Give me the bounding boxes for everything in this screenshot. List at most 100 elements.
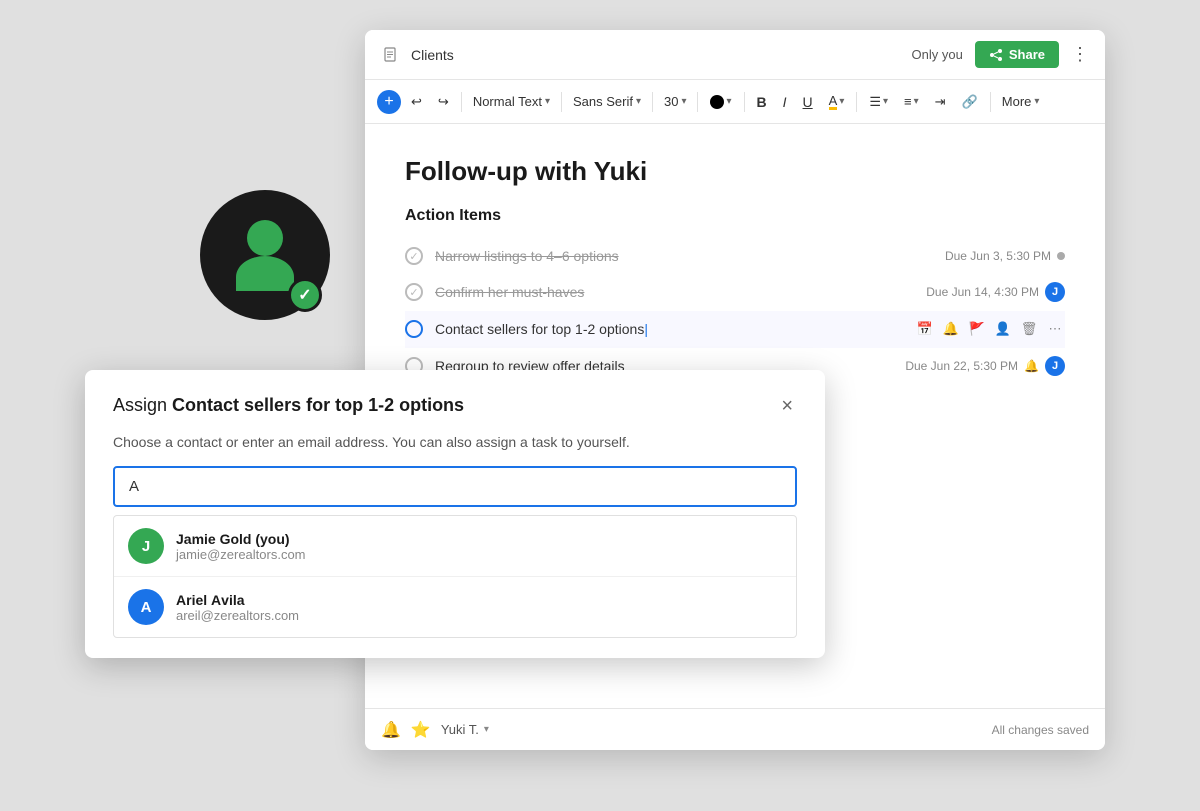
delete-icon[interactable]: 🗑 xyxy=(1019,319,1039,339)
numbered-list-button[interactable]: ≡ ▾ xyxy=(898,90,925,113)
modal-subtitle: Choose a contact or enter an email addre… xyxy=(113,434,797,450)
share-button[interactable]: Share xyxy=(975,41,1059,68)
task-actions: 📅 🔔 🚩 👤 🗑 ⋯ xyxy=(915,319,1065,339)
bell-blue-icon: 🔔 xyxy=(1024,359,1039,373)
chevron-down-icon-footer: ▾ xyxy=(484,724,489,735)
toolbar-divider-7 xyxy=(990,92,991,112)
contact-avatar-ariel: A xyxy=(128,589,164,625)
more-options-button[interactable]: ⋮ xyxy=(1071,44,1089,65)
chevron-down-icon-5: ▾ xyxy=(839,96,844,107)
font-select[interactable]: Sans Serif ▾ xyxy=(568,91,646,112)
avatar-head xyxy=(247,220,283,256)
task-item[interactable]: ✓ Narrow listings to 4–6 options Due Jun… xyxy=(405,239,1065,274)
chevron-down-icon-8: ▾ xyxy=(1034,96,1039,107)
bell-icon[interactable]: 🔔 xyxy=(941,319,961,339)
user-avatar-graphic xyxy=(236,220,294,291)
chevron-down-icon-6: ▾ xyxy=(883,96,888,107)
contact-info-ariel: Ariel Avila areil@zerealtors.com xyxy=(176,592,782,623)
task-item-active[interactable]: Contact sellers for top 1-2 options| 📅 🔔… xyxy=(405,311,1065,348)
chevron-down-icon-2: ▾ xyxy=(636,96,641,107)
titlebar-right: Only you Share ⋮ xyxy=(912,41,1089,68)
modal-header: Assign Contact sellers for top 1-2 optio… xyxy=(113,394,797,418)
contact-name: Jamie Gold (you) xyxy=(176,531,782,547)
task-assignee-avatar: J xyxy=(1045,356,1065,376)
person-icon[interactable]: 👤 xyxy=(993,319,1013,339)
flag-icon[interactable]: 🚩 xyxy=(967,319,987,339)
bell-footer-icon[interactable]: 🔔 xyxy=(381,720,401,740)
contact-email: jamie@zerealtors.com xyxy=(176,547,782,562)
calendar-icon[interactable]: 📅 xyxy=(915,319,935,339)
more-select[interactable]: More ▾ xyxy=(997,91,1045,112)
chevron-down-icon-7: ▾ xyxy=(914,96,919,107)
avatar-verified-badge: ✓ xyxy=(288,278,322,312)
chevron-down-icon-3: ▾ xyxy=(681,96,686,107)
doc-title: Clients xyxy=(411,47,454,63)
contact-item-jamie[interactable]: J Jamie Gold (you) jamie@zerealtors.com xyxy=(114,516,796,577)
task-checkbox-done[interactable]: ✓ xyxy=(405,247,423,265)
titlebar-left: Clients xyxy=(381,45,912,65)
task-text: Narrow listings to 4–6 options xyxy=(435,248,933,264)
task-due: Due Jun 3, 5:30 PM xyxy=(945,249,1051,263)
contact-email-ariel: areil@zerealtors.com xyxy=(176,608,782,623)
modal-title: Assign Contact sellers for top 1-2 optio… xyxy=(113,394,464,417)
avatar-body xyxy=(236,256,294,291)
contact-avatar-jamie: J xyxy=(128,528,164,564)
task-meta: Due Jun 22, 5:30 PM 🔔 J xyxy=(905,356,1065,376)
chevron-down-icon-4: ▾ xyxy=(726,96,731,107)
visibility-label: Only you xyxy=(912,47,963,62)
task-item[interactable]: ✓ Confirm her must-haves Due Jun 14, 4:3… xyxy=(405,274,1065,311)
toolbar-divider-3 xyxy=(652,92,653,112)
indent-button[interactable]: ⇥ xyxy=(929,90,952,114)
task-due: Due Jun 22, 5:30 PM xyxy=(905,359,1018,373)
contact-info-jamie: Jamie Gold (you) jamie@zerealtors.com xyxy=(176,531,782,562)
italic-button[interactable]: I xyxy=(777,90,793,114)
color-dot xyxy=(710,95,724,109)
task-checkbox-active[interactable] xyxy=(405,320,423,338)
task-meta: Due Jun 14, 4:30 PM J xyxy=(926,282,1065,302)
task-meta: Due Jun 3, 5:30 PM xyxy=(945,249,1065,263)
assign-modal: Assign Contact sellers for top 1-2 optio… xyxy=(85,370,825,658)
add-button[interactable]: + xyxy=(377,90,401,114)
contact-name-ariel: Ariel Avila xyxy=(176,592,782,608)
link-button[interactable]: 🔗 xyxy=(956,90,984,114)
editor-footer: 🔔 ⭐ Yuki T. ▾ All changes saved xyxy=(365,708,1105,750)
editor-toolbar: + ↩ ↪ Normal Text ▾ Sans Serif ▾ 30 ▾ ▾ … xyxy=(365,80,1105,124)
task-text-active: Contact sellers for top 1-2 options| xyxy=(435,321,905,337)
toolbar-divider-4 xyxy=(697,92,698,112)
font-size-select[interactable]: 30 ▾ xyxy=(659,91,692,112)
contact-search-input[interactable] xyxy=(113,466,797,507)
footer-status: All changes saved xyxy=(992,723,1089,737)
section-heading: Action Items xyxy=(405,207,1065,225)
task-indicator xyxy=(1057,252,1065,260)
task-assignee-avatar: J xyxy=(1045,282,1065,302)
task-due: Due Jun 14, 4:30 PM xyxy=(926,285,1039,299)
contact-list: J Jamie Gold (you) jamie@zerealtors.com … xyxy=(113,515,797,638)
user-avatar-circle: ✓ xyxy=(200,190,330,320)
toolbar-divider-2 xyxy=(561,92,562,112)
color-button[interactable]: ▾ xyxy=(704,91,737,113)
chevron-down-icon: ▾ xyxy=(545,96,550,107)
modal-close-button[interactable]: × xyxy=(777,394,797,418)
text-style-select[interactable]: Normal Text ▾ xyxy=(468,91,555,112)
toolbar-divider-1 xyxy=(461,92,462,112)
redo-button[interactable]: ↪ xyxy=(432,90,455,114)
toolbar-divider-6 xyxy=(856,92,857,112)
task-list: ✓ Narrow listings to 4–6 options Due Jun… xyxy=(405,239,1065,385)
footer-left: 🔔 ⭐ Yuki T. ▾ xyxy=(381,720,489,740)
star-footer-icon[interactable]: ⭐ xyxy=(411,720,431,740)
footer-user-selector[interactable]: Yuki T. ▾ xyxy=(441,722,489,737)
undo-button[interactable]: ↩ xyxy=(405,90,428,114)
document-heading: Follow-up with Yuki xyxy=(405,156,1065,187)
footer-username: Yuki T. xyxy=(441,722,479,737)
contact-item-ariel[interactable]: A Ariel Avila areil@zerealtors.com xyxy=(114,577,796,637)
doc-icon xyxy=(381,45,401,65)
bullet-list-button[interactable]: ☰ ▾ xyxy=(863,90,894,114)
underline-button[interactable]: U xyxy=(797,90,819,114)
task-text: Confirm her must-haves xyxy=(435,284,914,300)
more-icon[interactable]: ⋯ xyxy=(1045,319,1065,339)
bold-button[interactable]: B xyxy=(751,90,773,114)
editor-titlebar: Clients Only you Share ⋮ xyxy=(365,30,1105,80)
toolbar-divider-5 xyxy=(744,92,745,112)
task-checkbox-done[interactable]: ✓ xyxy=(405,283,423,301)
highlight-button[interactable]: A ▾ xyxy=(823,90,851,114)
